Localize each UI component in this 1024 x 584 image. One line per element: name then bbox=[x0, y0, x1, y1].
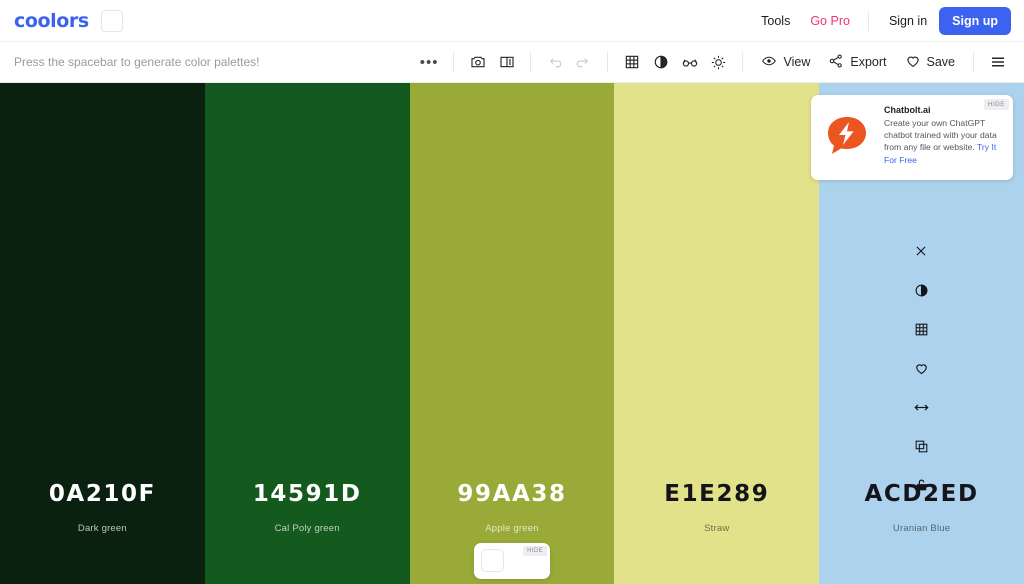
swatch-hex[interactable]: 14591D bbox=[253, 481, 362, 507]
toolbar-actions: ••• View Export Save bbox=[414, 48, 1024, 77]
ad-mini-thumbnail bbox=[481, 549, 504, 572]
coolors-logo[interactable]: coolors bbox=[14, 10, 89, 32]
view-button[interactable]: View bbox=[752, 53, 819, 72]
lock-icon[interactable] bbox=[908, 472, 934, 498]
nav-tools[interactable]: Tools bbox=[751, 14, 800, 28]
ad-body: Chatbolt.ai Create your own ChatGPT chat… bbox=[884, 103, 1005, 172]
coolors-app: coolors Tools Go Pro Sign in Sign up Pre… bbox=[0, 0, 1024, 584]
swatch-hex[interactable]: 0A210F bbox=[49, 481, 156, 507]
toolbar-divider bbox=[453, 52, 455, 72]
swatch-name: Straw bbox=[704, 523, 730, 534]
hamburger-menu-icon[interactable] bbox=[983, 48, 1012, 77]
swatch-hex[interactable]: 99AA38 bbox=[457, 481, 566, 507]
sign-up-button[interactable]: Sign up bbox=[939, 6, 1011, 35]
ad-card-mini[interactable]: HIDE bbox=[474, 543, 550, 579]
redo-icon[interactable] bbox=[569, 48, 598, 77]
ad-logo-icon bbox=[819, 110, 875, 166]
nav-go-pro[interactable]: Go Pro bbox=[800, 14, 860, 28]
swatch-tools bbox=[908, 238, 934, 498]
contrast-icon[interactable] bbox=[646, 48, 675, 77]
swatch-name: Dark green bbox=[77, 523, 127, 534]
glasses-icon[interactable] bbox=[675, 48, 704, 77]
grid-icon[interactable] bbox=[908, 316, 934, 342]
eye-icon bbox=[761, 53, 777, 72]
swatch-3[interactable]: E1E289 Straw bbox=[614, 83, 820, 584]
grid-icon[interactable] bbox=[617, 48, 646, 77]
contrast-icon[interactable] bbox=[908, 277, 934, 303]
swatch-0[interactable]: 0A210F Dark green bbox=[0, 83, 205, 584]
undo-icon[interactable] bbox=[540, 48, 569, 77]
toolbar-divider bbox=[973, 52, 974, 72]
export-button[interactable]: Export bbox=[819, 53, 895, 72]
view-label: View bbox=[783, 55, 811, 69]
palette-thumbnail-box[interactable] bbox=[100, 9, 123, 32]
export-label: Export bbox=[850, 55, 887, 69]
camera-icon[interactable] bbox=[463, 48, 492, 77]
heart-icon bbox=[905, 53, 921, 72]
split-view-icon[interactable] bbox=[492, 48, 521, 77]
ad-mini-hide-button[interactable]: HIDE bbox=[523, 546, 547, 556]
header-nav: Tools Go Pro Sign in Sign up bbox=[751, 6, 1024, 35]
save-button[interactable]: Save bbox=[896, 53, 965, 72]
copy-icon[interactable] bbox=[908, 433, 934, 459]
ad-description: Create your own ChatGPT chatbot trained … bbox=[884, 117, 1005, 166]
brightness-icon[interactable] bbox=[704, 48, 733, 77]
site-header: coolors Tools Go Pro Sign in Sign up bbox=[0, 0, 1024, 42]
ad-card-chatbolt[interactable]: HIDE Chatbolt.ai Create your own ChatGPT… bbox=[811, 95, 1013, 180]
swatch-1[interactable]: 14591D Cal Poly green bbox=[204, 83, 410, 584]
heart-icon[interactable] bbox=[908, 355, 934, 381]
save-label: Save bbox=[926, 55, 956, 69]
spacebar-hint: Press the spacebar to generate color pal… bbox=[14, 55, 260, 69]
swatch-name: Cal Poly green bbox=[274, 523, 340, 534]
toolbar-divider bbox=[530, 52, 532, 72]
swatch-name: Apple green bbox=[485, 523, 539, 534]
drag-icon[interactable] bbox=[908, 394, 934, 420]
swatch-name: Uranian Blue bbox=[892, 523, 951, 534]
close-icon[interactable] bbox=[908, 238, 934, 264]
swatch-2[interactable]: 99AA38 Apple green bbox=[409, 83, 615, 584]
sign-in-link[interactable]: Sign in bbox=[877, 14, 939, 28]
swatch-hex[interactable]: E1E289 bbox=[664, 481, 769, 507]
toolbar-divider bbox=[742, 52, 744, 72]
toolbar-divider bbox=[607, 52, 609, 72]
editor-toolbar: Press the spacebar to generate color pal… bbox=[0, 42, 1024, 83]
share-icon bbox=[828, 53, 844, 72]
ad-hide-button[interactable]: HIDE bbox=[983, 99, 1009, 110]
header-divider bbox=[867, 10, 869, 31]
more-options-icon[interactable]: ••• bbox=[414, 54, 445, 71]
